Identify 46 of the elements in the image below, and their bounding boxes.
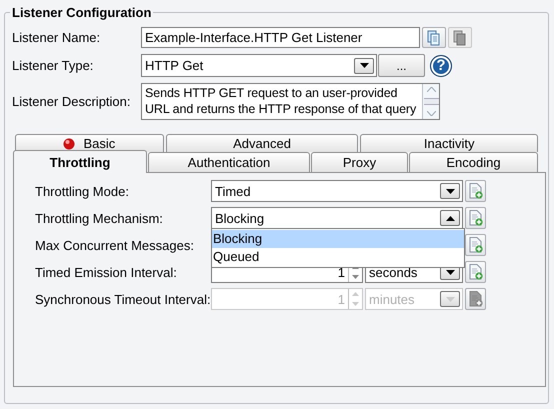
field-label: Listener Description: bbox=[12, 94, 132, 109]
pages-icon bbox=[426, 30, 442, 46]
type-dropdown[interactable]: HTTP Get bbox=[141, 54, 377, 77]
text-field[interactable]: Example-Interface.HTTP Get Listener bbox=[141, 27, 420, 48]
scrollbar[interactable] bbox=[422, 84, 439, 119]
tab[interactable]: Inactivity bbox=[360, 134, 538, 152]
tab[interactable]: Proxy bbox=[311, 152, 408, 172]
scroll-down-icon[interactable] bbox=[426, 111, 436, 116]
tab[interactable]: Encoding bbox=[409, 152, 538, 172]
field-label: Listener Type: bbox=[12, 58, 94, 73]
pages-icon bbox=[452, 30, 468, 46]
setting-label: Throttling Mechanism: bbox=[35, 210, 164, 226]
setting-label: Synchronous Timeout Interval: bbox=[35, 292, 211, 306]
copy-button[interactable] bbox=[422, 27, 446, 48]
browse-button[interactable]: ... bbox=[378, 54, 425, 77]
add-button[interactable] bbox=[465, 234, 486, 256]
dropdown[interactable]: Timed bbox=[211, 180, 463, 202]
tab[interactable]: Basic bbox=[15, 134, 164, 152]
caret-icon bbox=[360, 63, 368, 68]
add-button[interactable] bbox=[465, 261, 486, 283]
tab[interactable]: Advanced bbox=[166, 134, 358, 152]
setting-label: Max Concurrent Messages: bbox=[35, 238, 195, 252]
setting-label: Throttling Mode: bbox=[35, 184, 130, 198]
group-title: Listener Configuration bbox=[10, 5, 154, 20]
scroll-up-icon[interactable] bbox=[426, 87, 436, 92]
document-plus-icon bbox=[468, 210, 482, 226]
copy-button[interactable] bbox=[448, 27, 472, 48]
help-icon[interactable]: ? bbox=[430, 54, 452, 76]
tab[interactable]: Authentication bbox=[148, 152, 310, 172]
caret-icon bbox=[446, 188, 454, 194]
description-field[interactable]: Sends HTTP GET request to an user-provided URL and returns the HTTP response of that query bbox=[141, 83, 440, 120]
caret-up-icon bbox=[446, 216, 454, 220]
dropdown-option[interactable]: Blocking bbox=[212, 230, 464, 248]
add-button[interactable] bbox=[465, 288, 486, 310]
setting-label: Timed Emission Interval: bbox=[35, 264, 178, 280]
document-plus-icon bbox=[468, 264, 482, 280]
add-button[interactable] bbox=[465, 207, 486, 229]
document-plus-icon bbox=[468, 291, 482, 307]
field-label: Listener Name: bbox=[12, 30, 102, 45]
add-button[interactable] bbox=[465, 180, 486, 202]
tab[interactable]: Throttling bbox=[13, 150, 147, 173]
error-icon bbox=[63, 138, 76, 150]
document-plus-icon bbox=[468, 183, 482, 199]
caret-icon bbox=[446, 296, 454, 302]
document-plus-icon bbox=[468, 237, 482, 253]
description-text: Sends HTTP GET request to an user-provided URL and returns the HTTP response of that query bbox=[144, 85, 418, 118]
